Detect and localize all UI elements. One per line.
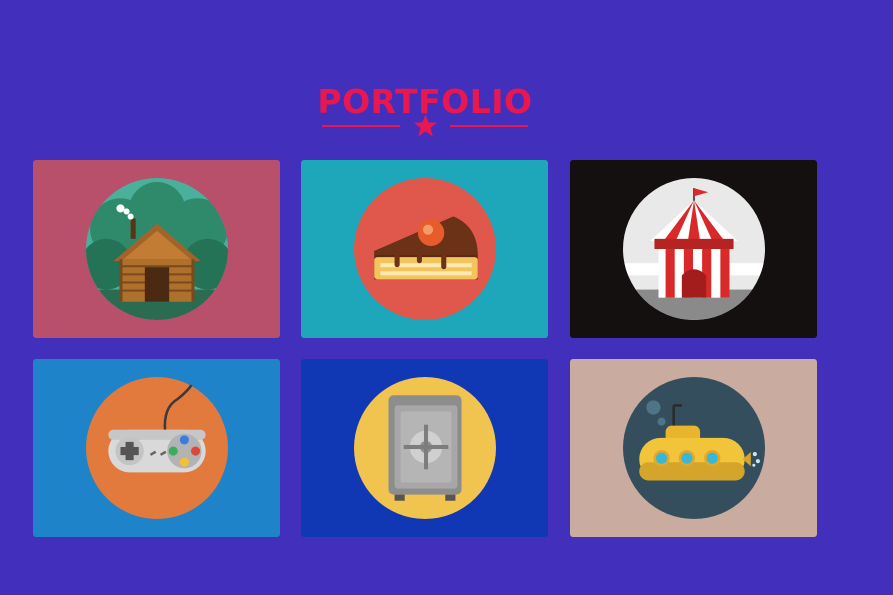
portfolio-item-cabin[interactable]	[33, 160, 280, 338]
safe-icon	[353, 377, 496, 519]
portfolio-item-submarine[interactable]	[570, 359, 817, 537]
portfolio-grid	[33, 160, 833, 540]
portfolio-item-controller[interactable]	[33, 359, 280, 537]
portfolio-item-cake[interactable]	[301, 160, 548, 338]
divider-line-left	[322, 125, 400, 127]
log-cabin-icon	[85, 178, 228, 320]
divider-line-right	[450, 125, 528, 127]
cake-slice-icon	[353, 178, 496, 320]
submarine-icon	[622, 377, 765, 519]
portfolio-item-circus[interactable]	[570, 160, 817, 338]
portfolio-item-safe[interactable]	[301, 359, 548, 537]
title-divider	[322, 112, 528, 140]
game-controller-icon	[85, 377, 228, 519]
circus-tent-icon	[622, 178, 765, 320]
star-icon	[414, 114, 437, 137]
